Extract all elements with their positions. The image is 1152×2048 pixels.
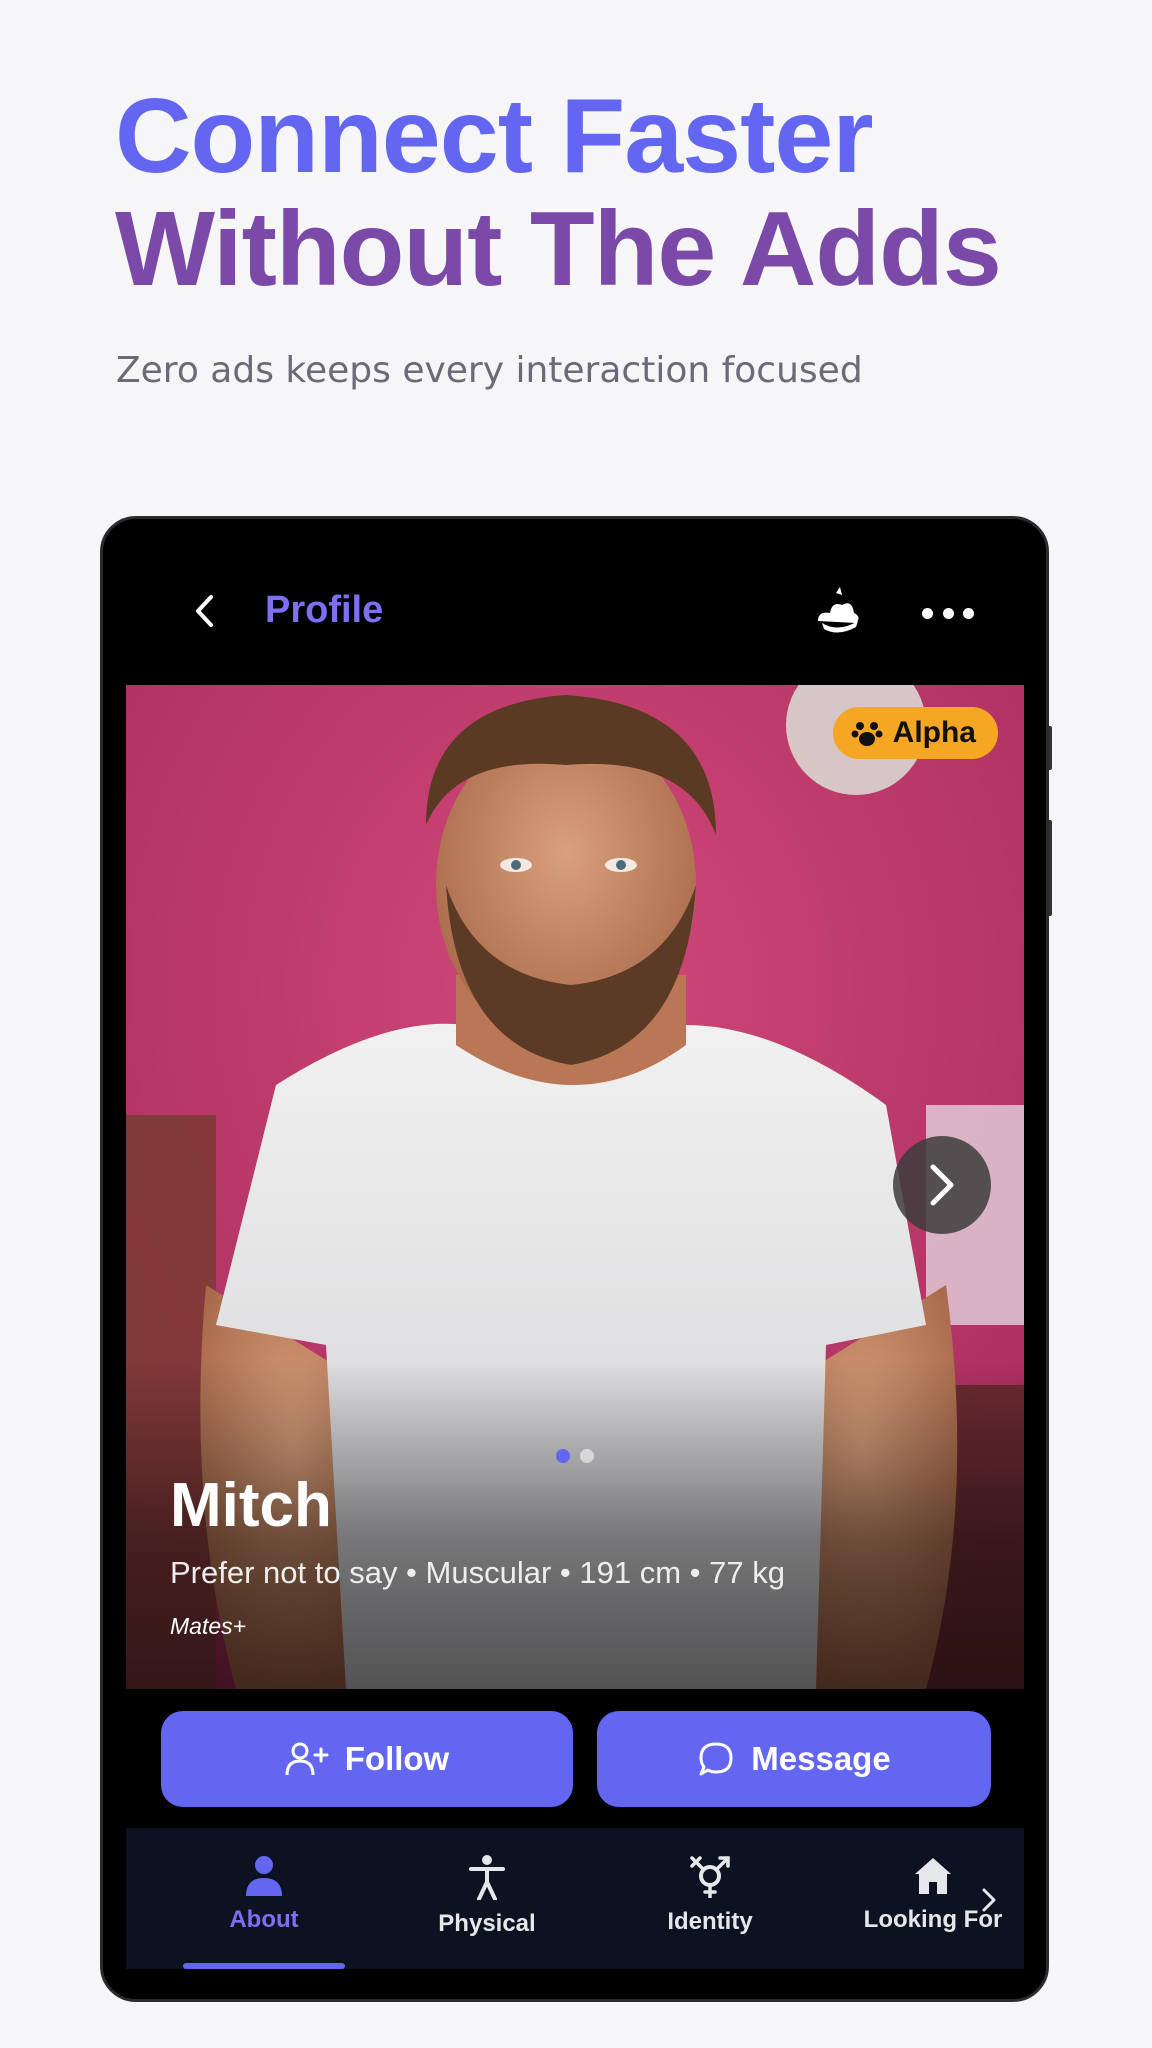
message-label: Message bbox=[751, 1740, 891, 1777]
hero-subtitle: Zero ads keeps every interaction focused bbox=[116, 350, 863, 391]
app-bar: Profile bbox=[103, 519, 1046, 685]
home-icon bbox=[915, 1858, 951, 1894]
profile-stats: Prefer not to say • Muscular • 191 cm • … bbox=[170, 1555, 785, 1590]
person-icon bbox=[246, 1856, 282, 1896]
chat-bubble-icon bbox=[699, 1742, 733, 1776]
photo-pagination bbox=[556, 1449, 594, 1463]
tab-identity[interactable]: Identity bbox=[610, 1828, 810, 1969]
hero-title-line-1: Connect Faster bbox=[115, 77, 874, 195]
tab-physical-label: Physical bbox=[438, 1910, 536, 1937]
next-photo-button[interactable] bbox=[893, 1136, 991, 1234]
pagination-dot-active[interactable] bbox=[556, 1449, 570, 1463]
profile-tab-bar: About Physical Identity Looking For bbox=[126, 1828, 1024, 1969]
user-plus-icon bbox=[285, 1742, 329, 1776]
tab-scroll-right-button[interactable] bbox=[974, 1880, 1004, 1920]
active-tab-indicator bbox=[183, 1963, 345, 1969]
hero-title-line-2: Without The Adds bbox=[115, 190, 1002, 308]
profile-photo[interactable]: Alpha Mitch Prefer not to say • Muscular… bbox=[126, 685, 1024, 1689]
chevron-left-icon bbox=[196, 595, 213, 627]
body-icon bbox=[469, 1855, 505, 1900]
back-button[interactable] bbox=[183, 589, 227, 633]
paw-icon bbox=[851, 722, 883, 746]
more-dot-icon bbox=[963, 607, 974, 619]
more-options-button[interactable] bbox=[918, 593, 978, 633]
follow-label: Follow bbox=[344, 1740, 450, 1777]
page-title: Profile bbox=[265, 589, 384, 631]
device-frame: Profile Alpha Mitch Prefer not to say • … bbox=[100, 516, 1049, 2002]
message-button[interactable]: Message bbox=[597, 1711, 991, 1807]
chef-hat-button[interactable] bbox=[808, 583, 868, 643]
more-dot-icon bbox=[942, 607, 954, 619]
hero-title: Connect Faster Without The Adds bbox=[115, 77, 1002, 308]
more-dot-icon bbox=[922, 607, 933, 619]
chevron-right-icon bbox=[930, 1164, 954, 1206]
pagination-dot[interactable] bbox=[580, 1449, 594, 1463]
chef-hat-icon bbox=[818, 587, 859, 633]
follow-button[interactable]: Follow bbox=[161, 1711, 573, 1807]
gender-icon bbox=[690, 1856, 730, 1898]
tab-physical[interactable]: Physical bbox=[387, 1828, 587, 1969]
profile-name: Mitch bbox=[170, 1471, 332, 1540]
badge-label: Alpha bbox=[892, 716, 976, 749]
chevron-right-icon bbox=[982, 1888, 996, 1912]
tab-about[interactable]: About bbox=[164, 1828, 364, 1969]
tab-about-label: About bbox=[229, 1906, 299, 1933]
alpha-badge: Alpha bbox=[832, 707, 998, 759]
tab-identity-label: Identity bbox=[667, 1908, 753, 1935]
membership-tier: Mates+ bbox=[170, 1613, 247, 1639]
